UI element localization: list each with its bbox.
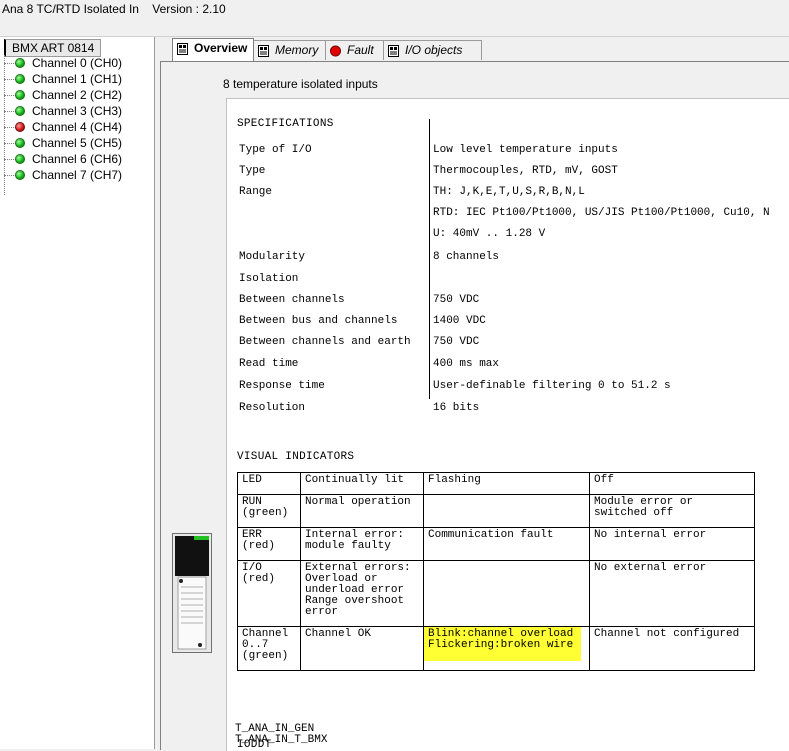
column-header: Off [589, 472, 755, 495]
status-led-icon [15, 170, 25, 180]
table-cell: Channel OK [300, 626, 424, 671]
overview-document: SPECIFICATIONS Type of I/O Low level temp… [226, 98, 789, 751]
spec-row: Between channels and earth 750 VDC [239, 336, 480, 348]
spec-row: RTD: IEC Pt100/Pt1000, US/JIS Pt100/Pt10… [433, 207, 770, 219]
module-icon [177, 43, 188, 55]
status-led-icon [15, 90, 25, 100]
tree-item-label: Channel 5 (CH5) [32, 136, 123, 150]
tab-label: Overview [194, 41, 248, 55]
tree-item-label: Channel 0 (CH0) [32, 56, 123, 70]
table-cell: ERR (red) [237, 527, 301, 561]
table-cell: Channel 0..7 (green) [237, 626, 301, 671]
tree-item-label: Channel 3 (CH3) [32, 104, 123, 118]
status-led-icon [15, 74, 25, 84]
spec-row: Between channels 750 VDC [239, 294, 480, 306]
tab-label: Fault [347, 43, 374, 57]
table-cell [423, 560, 590, 627]
spec-row: Response time User-definable filtering 0 … [239, 380, 671, 392]
tree-item-label: Channel 4 (CH4) [32, 120, 123, 134]
column-header: Continually lit [300, 472, 424, 495]
tree-connector [4, 55, 5, 195]
status-led-icon [15, 106, 25, 116]
tab-overview[interactable]: Overview [172, 38, 254, 61]
table-cell: RUN (green) [237, 494, 301, 528]
spec-row: Type of I/O Low level temperature inputs [239, 144, 618, 156]
column-header: LED [237, 472, 301, 495]
table-cell: No external error [589, 560, 755, 627]
tab-memory[interactable]: Memory [253, 40, 326, 60]
table-cell: External errors: Overload or underload e… [300, 560, 424, 627]
table-row: RUN (green) Normal operation Module erro… [237, 494, 755, 528]
module-icon [388, 45, 399, 57]
spec-row: Read time 400 ms max [239, 358, 500, 370]
visual-indicators-heading: VISUAL INDICATORS [237, 451, 355, 463]
table-cell: Communication fault [423, 527, 590, 561]
table-row: Channel 0..7 (green) Channel OK Blink:ch… [237, 626, 755, 671]
tree-item-label: Channel 2 (CH2) [32, 88, 123, 102]
fault-icon [330, 45, 341, 57]
status-led-icon [15, 138, 25, 148]
table-cell: Internal error: module faulty [300, 527, 424, 561]
spec-row: Range TH: J,K,E,T,U,S,R,B,N,L [239, 186, 585, 198]
overview-panel: 8 temperature isolated inputs SPECIFICAT… [160, 61, 789, 751]
table-cell: Blink:channel overload Flickering:broken… [423, 626, 590, 671]
visual-indicators-table: LED Continually lit Flashing Off RUN (gr… [237, 472, 755, 671]
module-image [172, 533, 212, 653]
title-bar: Ana 8 TC/RTD Isolated In Version : 2.10 [0, 0, 789, 37]
tree-item-label: Channel 6 (CH6) [32, 152, 123, 166]
spec-row: Type Thermocouples, RTD, mV, GOST [239, 165, 618, 177]
tab-fault[interactable]: Fault [325, 40, 384, 60]
tab-label: I/O objects [405, 43, 463, 57]
table-header-row: LED Continually lit Flashing Off [237, 472, 755, 495]
table-cell: No internal error [589, 527, 755, 561]
tab-io-objects[interactable]: I/O objects [383, 40, 482, 60]
table-cell [423, 494, 590, 528]
tree-item-label: Channel 7 (CH7) [32, 168, 123, 182]
status-led-icon [15, 154, 25, 164]
tab-bar: Overview Memory Fault I/O objects [158, 37, 789, 61]
column-header: Flashing [423, 472, 590, 495]
table-row: I/O (red) External errors: Overload or u… [237, 560, 755, 627]
module-tree: BMX ART 0814 Channel 0 (CH0) Channel 1 (… [0, 37, 155, 749]
ioddt-list: T_ANA_IN_GEN T_ANA_IN_T_BMX [235, 724, 327, 746]
ioddt-item: T_ANA_IN_T_BMX [235, 734, 328, 746]
table-cell: Channel not configured [589, 626, 755, 671]
table-row: ERR (red) Internal error: module faulty … [237, 527, 755, 561]
window-title: Ana 8 TC/RTD Isolated In Version : 2.10 [2, 2, 226, 16]
spec-row: Modularity 8 channels [239, 251, 500, 263]
spec-row: Between bus and channels 1400 VDC [239, 315, 486, 327]
specifications-heading: SPECIFICATIONS [237, 118, 334, 130]
error-led-icon [15, 122, 25, 132]
module-description: 8 temperature isolated inputs [223, 77, 378, 91]
table-cell: Normal operation [300, 494, 424, 528]
table-cell: Module error or switched off [589, 494, 755, 528]
spec-row: Resolution 16 bits [239, 402, 480, 414]
spec-row: Isolation [239, 273, 299, 285]
highlighted-text: Blink:channel overload Flickering:broken… [424, 627, 581, 661]
table-cell: I/O (red) [237, 560, 301, 627]
status-led-icon [15, 58, 25, 68]
spec-row: U: 40mV .. 1.28 V [433, 228, 546, 240]
tree-item-label: Channel 1 (CH1) [32, 72, 123, 86]
module-icon [258, 45, 269, 57]
tab-label: Memory [275, 43, 319, 57]
